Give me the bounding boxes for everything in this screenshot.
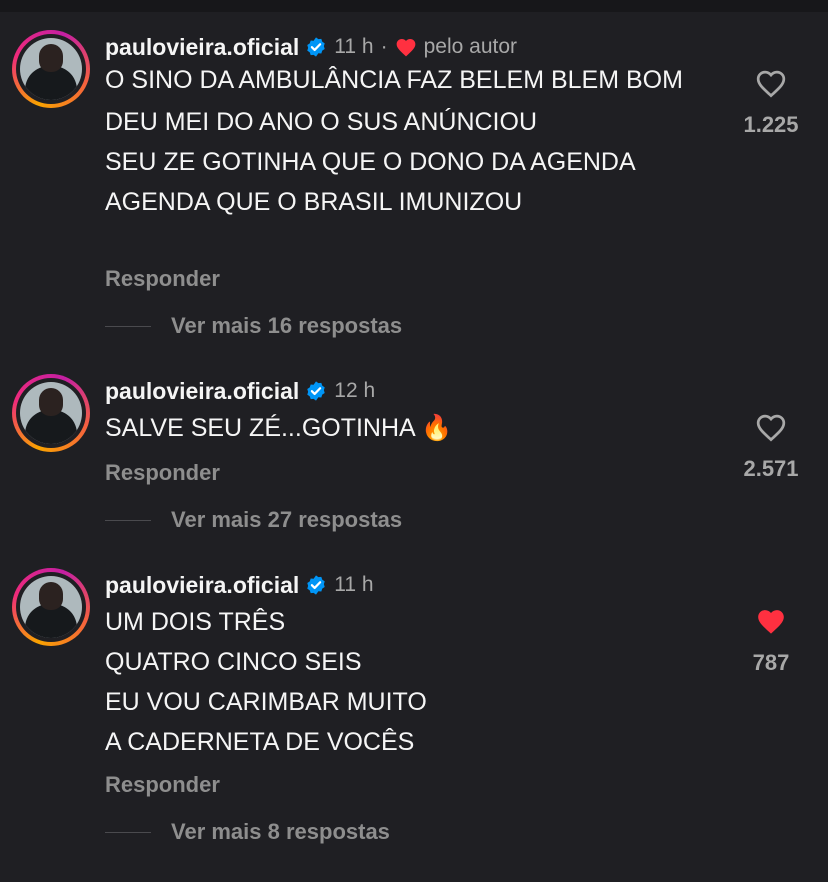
avatar[interactable] <box>12 568 90 646</box>
like-count: 787 <box>752 650 790 675</box>
comment-line: A CADERNETA DE VOCÊS <box>105 728 415 756</box>
comment-header: paulovieira.oficial 11 h <box>105 570 374 600</box>
profile-photo <box>20 576 82 638</box>
view-replies-button[interactable]: Ver mais 27 respostas <box>105 507 402 533</box>
username[interactable]: paulovieira.oficial <box>105 34 299 61</box>
comment-line: O SINO DA AMBULÂNCIA FAZ BELEM BLEM BOM <box>105 66 683 94</box>
view-replies-button[interactable]: Ver mais 16 respostas <box>105 313 402 339</box>
verified-badge-icon <box>307 37 326 57</box>
view-replies-label: Ver mais 8 respostas <box>171 819 390 844</box>
comment-time: 11 h <box>334 35 374 58</box>
comment-line: QUATRO CINCO SEIS <box>105 648 362 676</box>
like-count: 2.571 <box>743 456 799 481</box>
view-replies-label: Ver mais 16 respostas <box>171 313 403 338</box>
comment-line: DEU MEI DO ANO O SUS ANÚNCIOU <box>105 108 538 136</box>
like-count: 1.225 <box>743 112 799 137</box>
top-edge <box>0 0 828 12</box>
comment-header: paulovieira.oficial 11 h · pelo autor <box>105 32 517 62</box>
verified-badge-icon <box>307 381 326 401</box>
liked-by-author-label: pelo autor <box>423 35 518 58</box>
view-replies-label: Ver mais 27 respostas <box>171 507 403 532</box>
comment-text: SALVE SEU ZÉ...GOTINHA 🔥 <box>105 408 725 448</box>
comment-text: O SINO DA AMBULÂNCIA FAZ BELEM BLEM BOM … <box>105 64 725 222</box>
heart-outline-icon <box>756 70 786 98</box>
like-button[interactable]: 1.225 <box>736 68 806 138</box>
author-heart-icon <box>396 39 415 57</box>
comment-time: 11 h <box>334 573 374 596</box>
username[interactable]: paulovieira.oficial <box>105 572 299 599</box>
profile-photo <box>20 382 82 444</box>
replies-divider <box>105 831 151 833</box>
replies-divider <box>105 519 151 521</box>
comment-header: paulovieira.oficial 12 h <box>105 376 375 406</box>
like-button[interactable]: 2.571 <box>736 412 806 482</box>
separator-dot: · <box>380 35 388 58</box>
view-replies-button[interactable]: Ver mais 8 respostas <box>105 819 390 845</box>
reply-button[interactable]: Responder <box>105 460 220 486</box>
avatar[interactable] <box>12 30 90 108</box>
comment-time: 12 h <box>334 379 376 402</box>
verified-badge-icon <box>307 575 326 595</box>
like-button[interactable]: 787 <box>736 606 806 676</box>
username[interactable]: paulovieira.oficial <box>105 378 299 405</box>
heart-filled-icon <box>758 610 784 634</box>
profile-photo <box>20 38 82 100</box>
comment-text: UM DOIS TRÊS QUATRO CINCO SEIS EU VOU CA… <box>105 602 725 762</box>
comment-line: AGENDA QUE O BRASIL IMUNIZOU <box>105 188 523 216</box>
reply-button[interactable]: Responder <box>105 772 220 798</box>
reply-button[interactable]: Responder <box>105 266 220 292</box>
heart-outline-icon <box>756 414 786 442</box>
avatar[interactable] <box>12 374 90 452</box>
comment-line: SEU ZE GOTINHA QUE O DONO DA AGENDA <box>105 148 636 176</box>
replies-divider <box>105 325 151 327</box>
comment-line: EU VOU CARIMBAR MUITO <box>105 688 427 716</box>
comment-line: UM DOIS TRÊS <box>105 608 286 636</box>
comment-line: SALVE SEU ZÉ...GOTINHA 🔥 <box>105 414 453 442</box>
